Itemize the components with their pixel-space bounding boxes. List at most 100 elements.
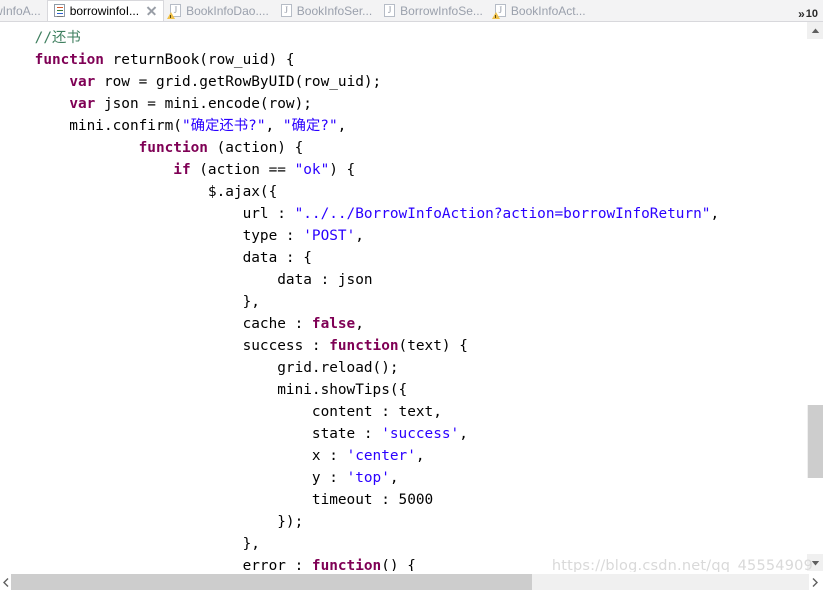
code-token-plain: , — [355, 228, 364, 244]
code-token-plain: mini.showTips({ — [0, 382, 408, 398]
editor-tab[interactable]: borrowinfoI... — [46, 0, 165, 21]
code-line: mini.confirm("确定还书?", "确定?", — [0, 115, 719, 137]
code-token-plain: }, — [0, 536, 260, 552]
code-token-cmt: //还书 — [34, 30, 81, 46]
editor-tab-label: BorrowInfoSe... — [400, 3, 483, 18]
code-token-str: "ok" — [294, 162, 330, 178]
scroll-left-arrow-icon[interactable] — [0, 572, 12, 593]
code-token-plain: , — [355, 316, 364, 332]
editor-tab[interactable]: J BookInfoDao.... — [164, 0, 275, 21]
scroll-right-arrow-icon[interactable] — [809, 572, 821, 593]
vertical-scrollbar[interactable] — [806, 22, 823, 571]
code-token-plain: content : text, — [0, 404, 442, 420]
code-token-plain: , — [415, 448, 425, 464]
code-token-str: 'center' — [346, 448, 416, 464]
editor-tab-label: BookInfoAct... — [510, 3, 586, 18]
java-file-warning-icon: J — [491, 3, 507, 19]
code-token-plain: error : — [0, 558, 312, 571]
code-token-plain: x : — [0, 448, 347, 464]
editor-tab[interactable]: J BookInfoAct... — [489, 0, 592, 21]
editor-tab-bar: wInfoA...borrowinfoI...JBookInfoDao....J… — [0, 0, 823, 22]
code-line: if (action == "ok") { — [0, 159, 719, 181]
code-token-str: 'success' — [381, 426, 460, 442]
java-file-warning-icon: J — [167, 3, 182, 19]
code-line: content : text, — [0, 401, 719, 423]
code-line: var json = mini.encode(row); — [0, 93, 719, 115]
scroll-up-arrow-icon[interactable] — [807, 22, 823, 39]
eclipse-editor-window: wInfoA...borrowinfoI...JBookInfoDao....J… — [0, 0, 823, 593]
code-token-plain: json = mini.encode(row); — [95, 96, 312, 112]
horizontal-scroll-thumb[interactable] — [11, 574, 532, 590]
code-line: state : 'success', — [0, 423, 719, 445]
code-token-kw: function — [311, 558, 382, 571]
code-line: x : 'center', — [0, 445, 719, 467]
code-token-plain: , — [710, 206, 720, 222]
code-token-str: "../../BorrowInfoAction?action=borrowInf… — [294, 206, 711, 222]
horizontal-scrollbar[interactable] — [0, 572, 823, 593]
code-token-kw: var — [69, 74, 96, 90]
code-token-plain: cache : — [0, 316, 312, 332]
editor-tab-label: borrowinfoI... — [69, 3, 140, 18]
code-line: $.ajax({ — [0, 181, 719, 203]
code-token-plain: }); — [0, 514, 304, 530]
code-token-plain: , — [459, 426, 468, 442]
code-token-plain: ) { — [329, 162, 356, 178]
code-line: y : 'top', — [0, 467, 719, 489]
code-line: function returnBook(row_uid) { — [0, 49, 719, 71]
java-file-icon: J — [280, 3, 293, 18]
code-token-kw: false — [311, 316, 356, 332]
code-token-plain: }, — [0, 294, 260, 310]
code-line: }, — [0, 291, 719, 313]
code-line: error : function() { — [0, 555, 719, 571]
code-line: cache : false, — [0, 313, 719, 335]
code-line: success : function(text) { — [0, 335, 719, 357]
code-token-kw: function — [329, 338, 399, 354]
code-token-plain: , — [389, 470, 399, 486]
tab-overflow-indicator[interactable]: » 10 — [798, 0, 818, 21]
java-file-icon: J — [384, 3, 396, 18]
code-token-plain: (action == — [190, 162, 295, 178]
code-token-str: 'POST' — [303, 228, 356, 244]
code-line: function (action) { — [0, 137, 719, 159]
code-line: }, — [0, 533, 719, 555]
vertical-scroll-thumb[interactable] — [808, 405, 823, 478]
code-token-str: "确定?" — [282, 118, 338, 134]
vertical-scroll-track-upper[interactable] — [807, 39, 823, 405]
code-token-kw: function — [34, 52, 104, 68]
warning-badge-icon — [167, 11, 176, 19]
code-token-plain: returnBook(row_uid) { — [103, 52, 295, 68]
tab-overflow-chevron-icon: » — [798, 7, 805, 21]
editor-tab[interactable]: wInfoA... — [0, 0, 47, 21]
code-line: grid.reload(); — [0, 357, 719, 379]
code-token-plain: url : — [0, 206, 295, 222]
code-line: data : { — [0, 247, 719, 269]
editor-tab-label: BookInfoDao.... — [186, 3, 269, 18]
vertical-scroll-track-lower[interactable] — [807, 478, 823, 554]
warning-badge-icon — [491, 11, 500, 19]
editor-tab[interactable]: J BookInfoSer... — [275, 0, 378, 21]
scroll-down-arrow-icon[interactable] — [807, 554, 823, 571]
code-token-plain: , — [265, 118, 283, 134]
editor-tab[interactable]: J BorrowInfoSe... — [378, 0, 489, 21]
code-token-plain: type : — [0, 228, 304, 244]
code-token-kw: var — [69, 96, 96, 112]
code-editor-area[interactable]: //还书 function returnBook(row_uid) { var … — [0, 22, 800, 571]
code-line: url : "../../BorrowInfoAction?action=bor… — [0, 203, 720, 225]
code-token-kw: function — [138, 140, 208, 156]
code-token-plain: data : { — [0, 250, 312, 266]
code-token-plain: mini.confirm( — [0, 118, 182, 134]
close-tab-icon[interactable] — [146, 5, 157, 16]
code-token-plain: (text) { — [398, 338, 468, 354]
code-token-plain: $.ajax({ — [0, 184, 278, 200]
source-code[interactable]: //还书 function returnBook(row_uid) { var … — [0, 22, 719, 571]
code-token-plain: success : — [0, 338, 330, 354]
editor-tab-label: wInfoA... — [0, 3, 41, 18]
code-token-plain: row = grid.getRowByUID(row_uid); — [95, 74, 382, 90]
code-line: var row = grid.getRowByUID(row_uid); — [0, 71, 719, 93]
code-token-str: 'top' — [346, 470, 390, 486]
